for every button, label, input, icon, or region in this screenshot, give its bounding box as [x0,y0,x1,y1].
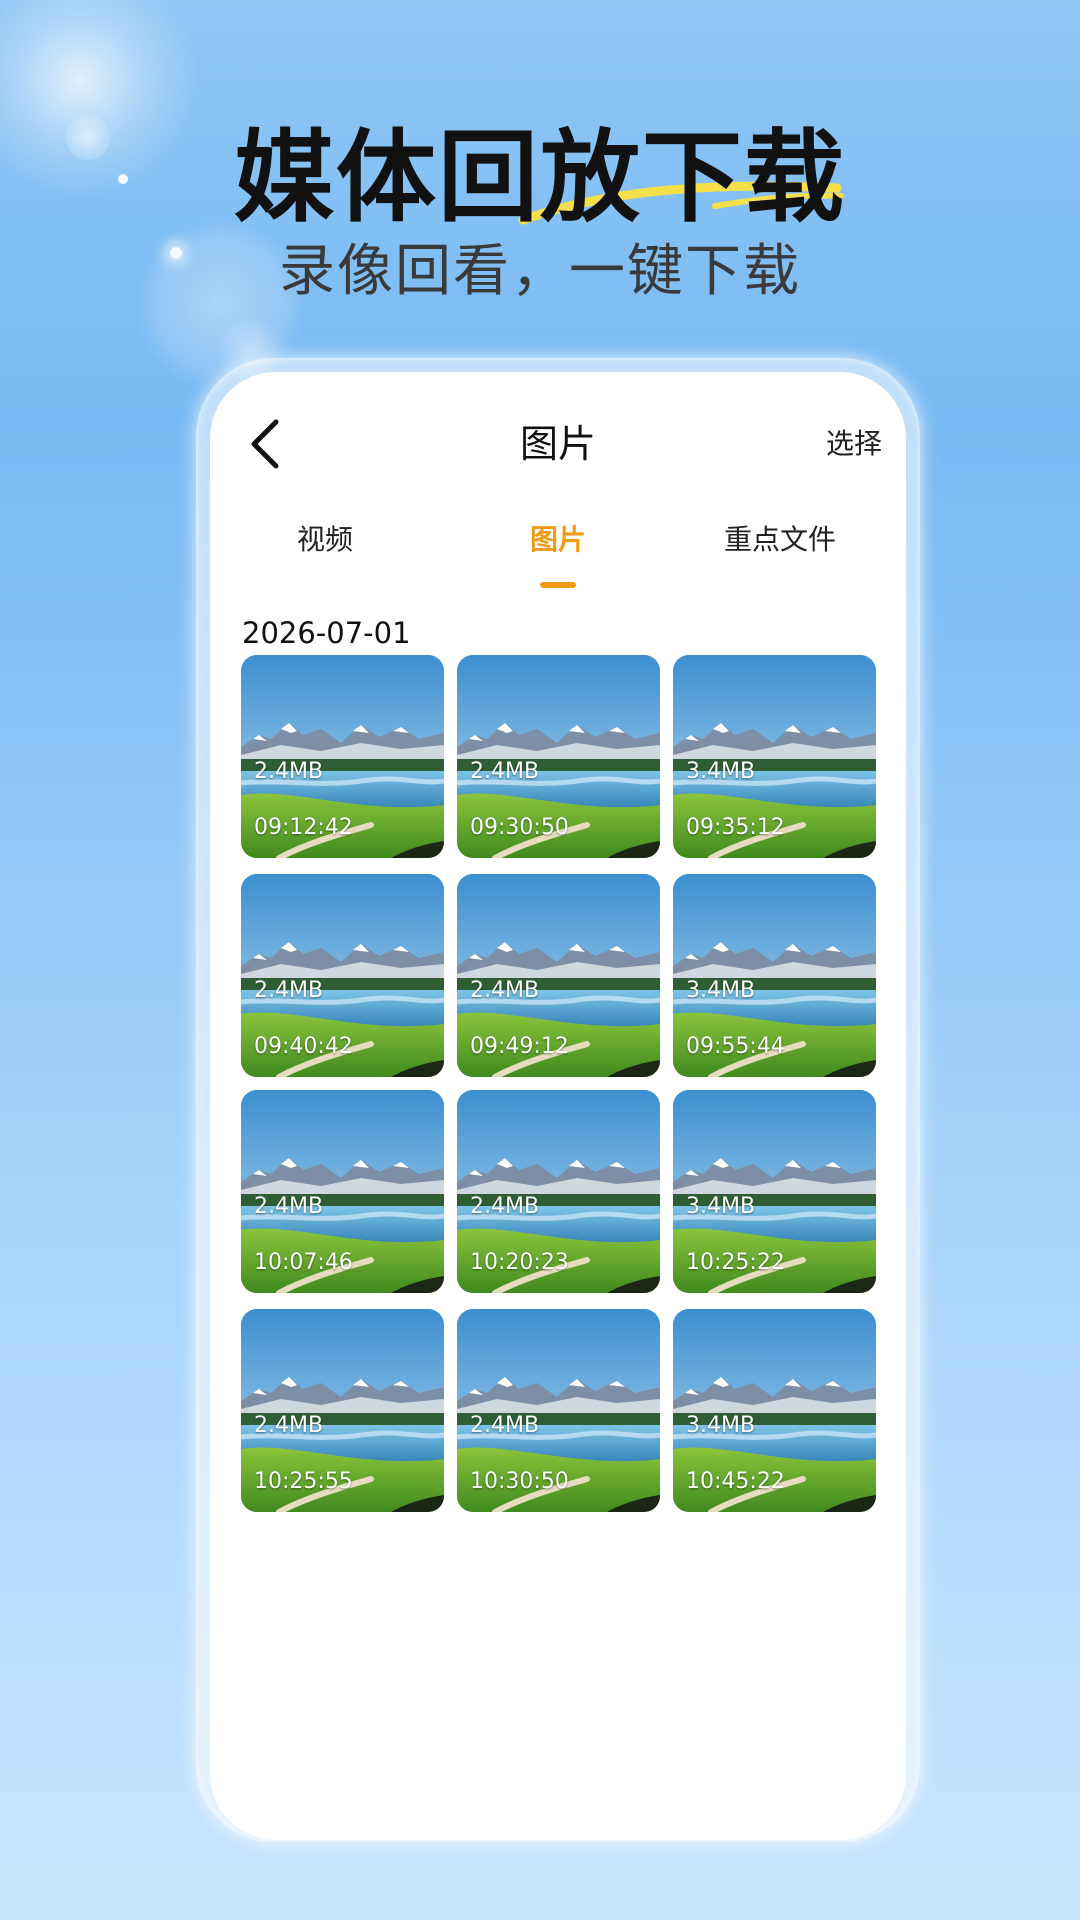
capture-time-label: 09:40:42 [254,1034,353,1059]
capture-time-label: 09:35:12 [686,815,785,840]
file-size-label: 3.4MB [686,759,756,784]
photo-thumbnail[interactable]: 2.4MB 09:49:12 [457,874,660,1077]
capture-time-label: 10:25:55 [254,1469,353,1494]
file-size-label: 3.4MB [686,978,756,1003]
capture-time-label: 09:30:50 [470,815,569,840]
photo-thumbnail[interactable]: 2.4MB 09:40:42 [241,874,444,1077]
file-size-label: 2.4MB [470,978,540,1003]
file-size-label: 3.4MB [686,1194,756,1219]
file-size-label: 2.4MB [470,759,540,784]
photo-thumbnail[interactable]: 3.4MB 09:55:44 [673,874,876,1077]
phone-screen: 图片 选择 视频 图片 重点文件 2026-07-01 2.4MB 09:12:4… [210,372,906,1840]
file-size-label: 2.4MB [254,759,324,784]
photo-thumbnail[interactable]: 2.4MB 10:20:23 [457,1090,660,1293]
photo-thumbnail[interactable]: 2.4MB 10:30:50 [457,1309,660,1512]
photo-thumbnail[interactable]: 3.4MB 10:25:22 [673,1090,876,1293]
photo-thumbnail[interactable]: 2.4MB 10:07:46 [241,1090,444,1293]
file-size-label: 2.4MB [254,1413,324,1438]
capture-time-label: 09:55:44 [686,1034,785,1059]
capture-time-label: 09:12:42 [254,815,353,840]
file-size-label: 2.4MB [470,1413,540,1438]
page-title: 图片 [519,422,596,466]
file-size-label: 2.4MB [254,978,324,1003]
file-size-label: 2.4MB [254,1194,324,1219]
tab-key-files[interactable]: 重点文件 [680,500,880,580]
tab-bar: 视频 图片 重点文件 [210,500,906,590]
capture-time-label: 10:30:50 [470,1469,569,1494]
capture-time-label: 10:45:22 [686,1469,785,1494]
photo-thumbnail[interactable]: 2.4MB 09:30:50 [457,655,660,858]
capture-time-label: 10:20:23 [470,1250,569,1275]
file-size-label: 3.4MB [686,1413,756,1438]
tab-images[interactable]: 图片 [483,500,633,580]
photo-thumbnail[interactable]: 3.4MB 10:45:22 [673,1309,876,1512]
capture-time-label: 10:25:22 [686,1250,785,1275]
active-tab-indicator [540,582,576,588]
tab-video[interactable]: 视频 [250,500,400,580]
select-button[interactable]: 选择 [826,418,882,470]
capture-time-label: 09:49:12 [470,1034,569,1059]
file-size-label: 2.4MB [470,1194,540,1219]
capture-time-label: 10:07:46 [254,1250,353,1275]
hero-title: 媒体回放下载 [234,119,846,236]
photo-thumbnail[interactable]: 3.4MB 09:35:12 [673,655,876,858]
photo-thumbnail[interactable]: 2.4MB 10:25:55 [241,1309,444,1512]
photo-thumbnail[interactable]: 2.4MB 09:12:42 [241,655,444,858]
